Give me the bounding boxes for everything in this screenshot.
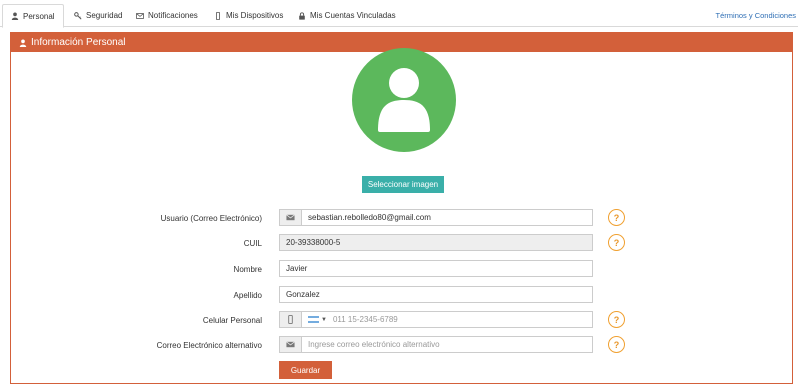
tab-label: Seguridad <box>86 11 123 20</box>
envelope-icon <box>280 337 302 352</box>
nombre-value: Javier <box>286 264 308 273</box>
mobile-icon <box>216 11 220 20</box>
tab-bar: Personal Seguridad Notificaciones Mis Di… <box>0 0 798 28</box>
cuil-value: 20-39338000-5 <box>286 238 341 247</box>
tab-seguridad[interactable]: Seguridad <box>66 4 130 27</box>
lock-icon <box>299 11 305 20</box>
tab-personal[interactable]: Personal <box>2 4 64 28</box>
apellido-value: Gonzalez <box>286 290 320 299</box>
user-silhouette-icon <box>378 68 430 132</box>
tab-label: Mis Dispositivos <box>226 11 284 20</box>
celular-placeholder: 011 15-2345-6789 <box>332 315 398 324</box>
nombre-label: Nombre <box>233 265 262 274</box>
email-value: sebastian.rebolledo80@gmail.com <box>308 213 431 222</box>
alt-email-label: Correo Electrónico alternativo <box>156 341 262 350</box>
tab-notificaciones[interactable]: Notificaciones <box>128 4 206 27</box>
country-selector[interactable]: ▼ <box>302 316 327 323</box>
cuil-label: CUIL <box>243 239 262 248</box>
envelope-icon <box>136 12 144 19</box>
user-icon <box>19 39 27 47</box>
email-field[interactable]: sebastian.rebolledo80@gmail.com <box>279 209 593 226</box>
envelope-icon <box>280 210 302 225</box>
email-label: Usuario (Correo Electrónico) <box>160 214 262 223</box>
mobile-icon <box>280 312 302 327</box>
email-help-button[interactable]: ? <box>608 209 625 226</box>
nombre-field[interactable]: Javier <box>279 260 593 277</box>
select-image-button[interactable]: Seleccionar imagen <box>362 176 444 193</box>
cuil-help-button[interactable]: ? <box>608 234 625 251</box>
celular-field[interactable]: ▼ 011 15-2345-6789 <box>279 311 593 328</box>
personal-info-panel: Información Personal Seleccionar imagen … <box>10 32 793 384</box>
alt-email-help-button[interactable]: ? <box>608 336 625 353</box>
save-button[interactable]: Guardar <box>279 361 332 379</box>
alt-email-placeholder: Ingrese correo electrónico alternativo <box>308 340 440 349</box>
tab-label: Mis Cuentas Vinculadas <box>310 11 396 20</box>
terms-link[interactable]: Términos y Condiciones <box>716 11 796 20</box>
panel-title: Información Personal <box>31 37 126 48</box>
apellido-label: Apellido <box>233 291 262 300</box>
user-icon <box>11 12 19 20</box>
celular-label: Celular Personal <box>202 316 262 325</box>
tab-label: Personal <box>23 11 55 21</box>
tab-cuentas-vinculadas[interactable]: Mis Cuentas Vinculadas <box>290 4 404 27</box>
tab-dispositivos[interactable]: Mis Dispositivos <box>206 4 291 27</box>
avatar <box>352 48 456 152</box>
celular-help-button[interactable]: ? <box>608 311 625 328</box>
cuil-field: 20-39338000-5 <box>279 234 593 251</box>
key-icon <box>74 11 82 20</box>
argentina-flag-icon <box>308 316 319 323</box>
apellido-field[interactable]: Gonzalez <box>279 286 593 303</box>
tab-label: Notificaciones <box>148 11 198 20</box>
alt-email-field[interactable]: Ingrese correo electrónico alternativo <box>279 336 593 353</box>
